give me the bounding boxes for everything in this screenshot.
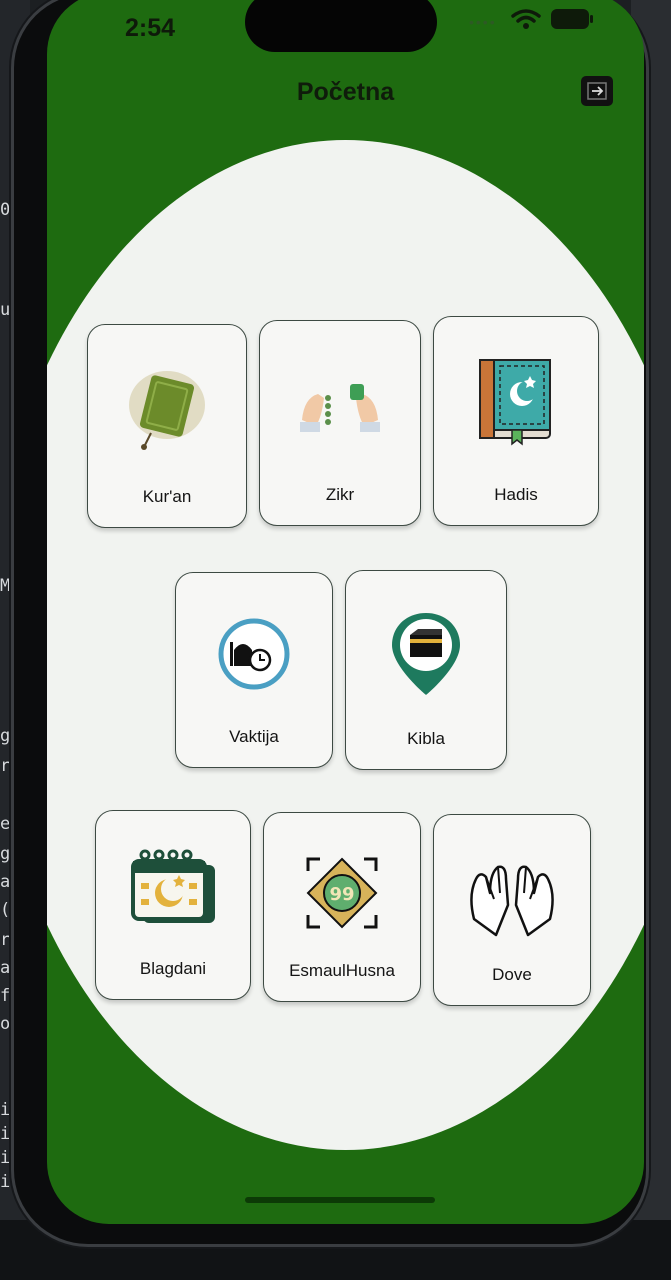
menu-tile-label: Hadis: [494, 485, 538, 504]
page-title: Početna: [296, 78, 395, 106]
logout-button[interactable]: [581, 76, 613, 106]
status-time: 2:54: [125, 14, 176, 42]
menu-tile-label: Vaktija: [229, 727, 279, 746]
menu-tile-label: EsmaulHusna: [289, 961, 395, 980]
quran-book-icon: [129, 371, 205, 451]
hadith-book-icon: [479, 359, 551, 446]
menu-tile-hadis[interactable]: Hadis: [433, 316, 599, 526]
menu-tile-dove[interactable]: Dove: [433, 814, 591, 1006]
app-screen: 2:54 •••• Početna Kur'an Zikr Hadis Vakt…: [47, 0, 644, 1224]
menu-tile-vaktija[interactable]: Vaktija: [175, 572, 333, 768]
svg-text:99: 99: [329, 884, 354, 905]
menu-tile-kibla[interactable]: Kibla: [345, 570, 507, 770]
wifi-icon: [511, 9, 541, 29]
menu-tile-label: Blagdani: [139, 959, 207, 978]
prayer-beads-icon: [300, 383, 380, 432]
kaaba-location-icon: [392, 612, 460, 695]
menu-tile-label: Kur'an: [142, 487, 192, 506]
battery-icon: [551, 9, 593, 29]
home-indicator: [245, 1197, 435, 1203]
menu-tile-esmaulhusna[interactable]: 99 EsmaulHusna: [263, 812, 421, 1002]
menu-tile-blagdani[interactable]: Blagdani: [95, 810, 251, 1000]
praying-hands-icon: [470, 865, 554, 937]
signal-dots: ••••: [469, 14, 497, 30]
99-names-icon: 99: [306, 857, 378, 929]
menu-tile-label: Kibla: [407, 729, 445, 748]
menu-tile-label: Dove: [492, 965, 532, 984]
menu-tile-zikr[interactable]: Zikr: [259, 320, 421, 526]
logout-arrow-icon: [587, 82, 607, 100]
menu-tile-kuran[interactable]: Kur'an: [87, 324, 247, 528]
calendar-crescent-icon: [131, 849, 215, 923]
prayer-time-clock-icon: [218, 618, 290, 690]
menu-tile-label: Zikr: [325, 485, 355, 504]
phone-frame: 2:54 •••• Početna Kur'an Zikr Hadis Vakt…: [14, 0, 646, 1244]
dynamic-island: [245, 0, 437, 52]
